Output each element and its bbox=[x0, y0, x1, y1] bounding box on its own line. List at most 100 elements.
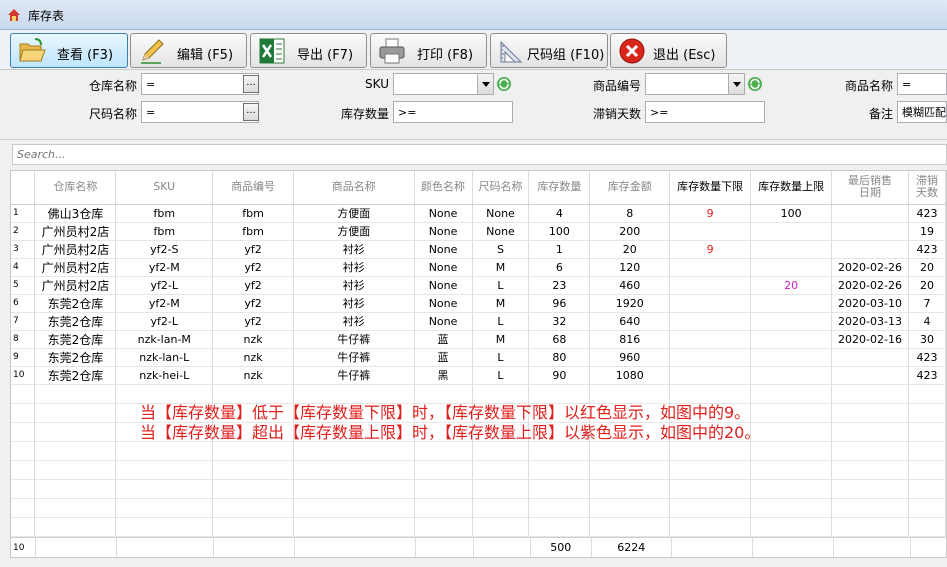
size-group-button[interactable]: 尺码组 (F10) bbox=[490, 33, 608, 68]
col-header[interactable]: 最后销售日期 bbox=[831, 171, 909, 205]
cell-code[interactable]: yf2 bbox=[212, 258, 294, 277]
cell-code[interactable]: yf2 bbox=[212, 294, 294, 313]
cell-qty[interactable]: 1 bbox=[528, 240, 591, 259]
cell-min[interactable] bbox=[669, 366, 752, 385]
cell-sku[interactable]: fbm bbox=[115, 222, 214, 241]
table-row[interactable]: 6 东莞2仓库 yf2-M yf2 衬衫 None M 96 1920 2020-03-10 7 bbox=[11, 294, 946, 313]
cell-amt[interactable]: 1080 bbox=[589, 366, 671, 385]
size-input[interactable] bbox=[141, 101, 259, 123]
cell-name[interactable]: 方便面 bbox=[293, 222, 415, 241]
cell-min[interactable]: 9 bbox=[669, 204, 752, 223]
cell-code[interactable]: yf2 bbox=[212, 312, 294, 331]
cell-color[interactable]: None bbox=[414, 258, 473, 277]
product-name-input[interactable] bbox=[897, 73, 947, 95]
cell-min[interactable] bbox=[669, 294, 752, 313]
cell-min[interactable] bbox=[669, 348, 752, 367]
cell-size[interactable]: L bbox=[472, 348, 530, 367]
export-button[interactable]: 导出 (F7) bbox=[250, 33, 367, 68]
cell-max[interactable] bbox=[750, 240, 833, 259]
cell-qty[interactable]: 23 bbox=[528, 276, 591, 295]
col-header[interactable]: 库存数量 bbox=[528, 171, 591, 205]
cell-qty[interactable]: 80 bbox=[528, 348, 591, 367]
table-row[interactable]: 8 东莞2仓库 nzk-lan-M nzk 牛仔裤蓝 M 68 816 2020-02-16 30 bbox=[11, 330, 946, 349]
cell-color[interactable]: None bbox=[414, 312, 473, 331]
cell-amt[interactable]: 200 bbox=[589, 222, 671, 241]
cell-color[interactable]: 蓝 bbox=[414, 330, 473, 349]
cell-max[interactable] bbox=[750, 330, 833, 349]
cell-wh[interactable]: 东莞2仓库 bbox=[34, 348, 117, 367]
table-row[interactable]: 10 东莞2仓库 nzk-hei-L nzk 牛仔裤黑 L 90 1080 423 bbox=[11, 366, 946, 385]
col-header[interactable]: 库存数量下限 bbox=[669, 171, 752, 205]
table-row[interactable]: 1 佛山3仓库 fbm fbm 方便面 None None 4 8 9 100 423 bbox=[11, 204, 946, 223]
cell-sku[interactable]: nzk-lan-L bbox=[115, 348, 214, 367]
cell-amt[interactable]: 640 bbox=[589, 312, 671, 331]
table-row[interactable]: 2 广州员村2店 fbm fbm 方便面 None None 100 200 19 bbox=[11, 222, 946, 241]
cell-name[interactable]: 衬衫 bbox=[293, 276, 415, 295]
cell-wh[interactable]: 佛山3仓库 bbox=[34, 204, 117, 223]
cell-max[interactable] bbox=[750, 312, 833, 331]
cell-name[interactable]: 衬衫 bbox=[293, 312, 415, 331]
table-row[interactable]: 5 广州员村2店 yf2-L yf2 衬衫 None L 23 460 20 2020-02-26 2… bbox=[11, 276, 946, 295]
cell-wh[interactable]: 广州员村2店 bbox=[34, 276, 117, 295]
col-header[interactable]: 商品名称 bbox=[293, 171, 415, 205]
cell-color[interactable]: None bbox=[414, 294, 473, 313]
table-row[interactable]: 3 广州员村2店 yf2-S yf2 衬衫 None S 1 20 9 423 bbox=[11, 240, 946, 259]
cell-max[interactable] bbox=[750, 258, 833, 277]
cell-code[interactable]: yf2 bbox=[212, 276, 294, 295]
cell-last[interactable]: 2020-02-16 bbox=[831, 330, 909, 349]
stale-days-input[interactable] bbox=[645, 101, 765, 123]
cell-days[interactable]: 20 bbox=[908, 276, 946, 295]
cell-color[interactable]: 黑 bbox=[414, 366, 473, 385]
col-header[interactable]: 仓库名称 bbox=[34, 171, 117, 205]
table-row[interactable]: 7 东莞2仓库 yf2-L yf2 衬衫 None L 32 640 2020-03-13 4 bbox=[11, 312, 946, 331]
cell-name[interactable]: 衬衫 bbox=[293, 240, 415, 259]
cell-days[interactable]: 30 bbox=[908, 330, 946, 349]
col-header[interactable]: 商品编号 bbox=[212, 171, 294, 205]
cell-amt[interactable]: 960 bbox=[589, 348, 671, 367]
view-button[interactable]: 查看 (F3) bbox=[10, 33, 128, 68]
cell-last[interactable] bbox=[831, 204, 909, 223]
cell-wh[interactable]: 广州员村2店 bbox=[34, 222, 117, 241]
cell-wh[interactable]: 东莞2仓库 bbox=[34, 366, 117, 385]
cell-sku[interactable]: yf2-M bbox=[115, 258, 214, 277]
cell-max[interactable]: 100 bbox=[750, 204, 833, 223]
cell-size[interactable]: M bbox=[472, 330, 530, 349]
cell-min[interactable]: 9 bbox=[669, 240, 752, 259]
cell-sku[interactable]: yf2-L bbox=[115, 276, 214, 295]
col-header[interactable]: 滞销天数 bbox=[908, 171, 946, 205]
remark-input[interactable] bbox=[897, 101, 947, 123]
sku-dropdown-arrow[interactable] bbox=[477, 74, 493, 94]
warehouse-input[interactable] bbox=[141, 73, 259, 95]
cell-amt[interactable]: 120 bbox=[589, 258, 671, 277]
cell-qty[interactable]: 32 bbox=[528, 312, 591, 331]
cell-code[interactable]: fbm bbox=[212, 204, 294, 223]
exit-button[interactable]: 退出 (Esc) bbox=[610, 33, 727, 68]
cell-min[interactable] bbox=[669, 258, 752, 277]
cell-wh[interactable]: 东莞2仓库 bbox=[34, 294, 117, 313]
col-header[interactable]: 库存金额 bbox=[589, 171, 671, 205]
warehouse-picker-button[interactable]: ... bbox=[243, 75, 259, 93]
cell-min[interactable] bbox=[669, 330, 752, 349]
cell-days[interactable]: 20 bbox=[908, 258, 946, 277]
product-code-refresh-icon[interactable] bbox=[747, 76, 763, 92]
cell-name[interactable]: 衬衫 bbox=[293, 258, 415, 277]
cell-color[interactable]: 蓝 bbox=[414, 348, 473, 367]
cell-code[interactable]: nzk bbox=[212, 366, 294, 385]
cell-wh[interactable]: 东莞2仓库 bbox=[34, 312, 117, 331]
sku-refresh-icon[interactable] bbox=[496, 76, 512, 92]
edit-button[interactable]: 编辑 (F5) bbox=[130, 33, 247, 68]
cell-qty[interactable]: 90 bbox=[528, 366, 591, 385]
cell-qty[interactable]: 100 bbox=[528, 222, 591, 241]
cell-days[interactable]: 19 bbox=[908, 222, 946, 241]
cell-max[interactable] bbox=[750, 222, 833, 241]
cell-sku[interactable]: yf2-M bbox=[115, 294, 214, 313]
cell-days[interactable]: 423 bbox=[908, 366, 946, 385]
cell-size[interactable]: S bbox=[472, 240, 530, 259]
cell-color[interactable]: None bbox=[414, 204, 473, 223]
cell-name[interactable]: 方便面 bbox=[293, 204, 415, 223]
cell-wh[interactable]: 广州员村2店 bbox=[34, 258, 117, 277]
cell-days[interactable]: 7 bbox=[908, 294, 946, 313]
cell-color[interactable]: None bbox=[414, 222, 473, 241]
cell-amt[interactable]: 20 bbox=[589, 240, 671, 259]
col-header[interactable]: 尺码名称 bbox=[472, 171, 530, 205]
